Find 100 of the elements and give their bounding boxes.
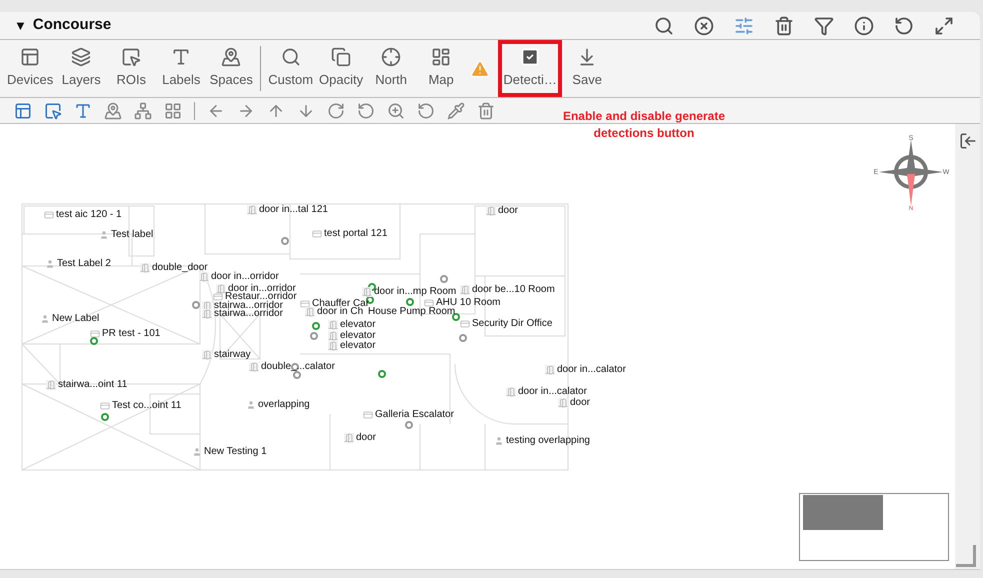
card-reader-icon bbox=[424, 298, 434, 308]
checkbox-icon bbox=[520, 47, 540, 68]
filter-icon[interactable] bbox=[814, 16, 834, 36]
map-label[interactable]: door be...10 Room bbox=[472, 284, 555, 295]
map-label[interactable]: New Label bbox=[52, 313, 100, 324]
search-icon[interactable] bbox=[654, 16, 674, 36]
device-marker[interactable] bbox=[440, 275, 448, 283]
person-icon bbox=[192, 446, 202, 456]
device-marker[interactable] bbox=[405, 421, 413, 429]
door-icon bbox=[328, 330, 338, 340]
map-label[interactable]: stairway bbox=[214, 349, 251, 360]
map-label[interactable]: Galleria Escalator bbox=[375, 409, 454, 420]
map-label[interactable]: elevator bbox=[340, 319, 376, 330]
device-marker[interactable] bbox=[459, 334, 467, 342]
map-label[interactable]: New Testing 1 bbox=[204, 446, 267, 457]
person-icon bbox=[99, 230, 109, 240]
map-label[interactable]: elevator bbox=[340, 330, 376, 341]
letter-icon[interactable] bbox=[74, 102, 92, 120]
door-icon bbox=[558, 398, 568, 408]
detections-button[interactable]: Detecti… bbox=[502, 44, 558, 93]
map-button[interactable]: Map bbox=[416, 40, 466, 97]
reset-icon[interactable] bbox=[417, 102, 435, 120]
person-icon bbox=[40, 314, 50, 324]
pipette-icon[interactable] bbox=[447, 102, 465, 120]
layers-button[interactable]: Layers bbox=[56, 40, 106, 97]
map-label[interactable]: testing overlapping bbox=[506, 435, 590, 446]
device-marker[interactable] bbox=[378, 370, 386, 378]
map-label[interactable]: double_...calator bbox=[261, 361, 335, 372]
map-label[interactable]: door in...orridor bbox=[211, 271, 279, 282]
map-label[interactable]: Security Dir Office bbox=[472, 318, 552, 329]
exit-icon[interactable] bbox=[958, 132, 976, 150]
map-label[interactable]: door in...mp Room bbox=[374, 286, 456, 297]
expand-icon[interactable] bbox=[934, 16, 954, 36]
annotation-text: Enable and disable generate detections button bbox=[562, 108, 726, 142]
map-label[interactable]: elevator bbox=[340, 340, 376, 351]
card-reader-icon bbox=[213, 292, 223, 302]
save-button[interactable]: Save bbox=[562, 40, 612, 97]
map-label[interactable]: stairwa...orridor bbox=[214, 308, 283, 319]
map-label[interactable]: House Pump Room bbox=[368, 306, 456, 317]
map-label[interactable]: test portal 121 bbox=[324, 228, 388, 239]
sliders-icon[interactable] bbox=[734, 16, 754, 36]
device-marker[interactable] bbox=[406, 298, 414, 306]
device-marker[interactable] bbox=[293, 371, 301, 379]
search-icon bbox=[280, 47, 301, 68]
card-reader-icon bbox=[363, 410, 373, 420]
map-label[interactable]: door bbox=[356, 432, 376, 443]
device-marker[interactable] bbox=[310, 332, 318, 340]
opacity-button[interactable]: Opacity bbox=[316, 40, 366, 97]
door-icon bbox=[305, 306, 315, 316]
map-label[interactable]: stairwa...oint 11 bbox=[58, 379, 128, 390]
map-pin-icon[interactable] bbox=[104, 102, 122, 120]
door-icon bbox=[46, 380, 56, 390]
device-marker[interactable] bbox=[192, 301, 200, 309]
map-label[interactable]: door bbox=[498, 205, 518, 216]
device-marker[interactable] bbox=[291, 363, 299, 371]
clear-icon[interactable] bbox=[694, 16, 714, 36]
refresh-icon[interactable] bbox=[894, 16, 914, 36]
spaces-button[interactable]: Spaces bbox=[206, 40, 256, 97]
map-label[interactable]: Restaur...orridor bbox=[225, 291, 297, 302]
zoom-in-icon[interactable] bbox=[387, 102, 405, 120]
person-icon bbox=[246, 400, 256, 410]
resize-handle[interactable] bbox=[956, 545, 976, 567]
tree-icon[interactable] bbox=[134, 102, 152, 120]
device-marker[interactable] bbox=[312, 322, 320, 330]
devices-icon[interactable] bbox=[14, 102, 32, 120]
rotate-right-icon[interactable] bbox=[327, 102, 345, 120]
map-label[interactable]: door in...calator bbox=[518, 386, 587, 397]
rotate-left-icon[interactable] bbox=[357, 102, 375, 120]
door-icon bbox=[202, 308, 212, 318]
map-label[interactable]: Test label bbox=[111, 229, 154, 240]
info-icon[interactable] bbox=[854, 16, 874, 36]
trash-icon[interactable] bbox=[774, 16, 794, 36]
device-marker[interactable] bbox=[281, 237, 289, 245]
device-marker[interactable] bbox=[101, 413, 109, 421]
door-icon bbox=[328, 340, 338, 350]
door-icon bbox=[486, 206, 496, 216]
rois-button[interactable]: ROIs bbox=[106, 40, 156, 97]
map-label[interactable]: PR test - 101 bbox=[102, 328, 160, 339]
devices-button[interactable]: Devices bbox=[4, 40, 56, 97]
expand-toggle[interactable]: ▼ bbox=[14, 16, 27, 36]
map-label[interactable]: door bbox=[570, 397, 590, 408]
map-label[interactable]: door in...tal 121 bbox=[259, 204, 328, 215]
map-label[interactable]: overlapping bbox=[258, 399, 310, 410]
map-label[interactable]: door in Ch bbox=[317, 306, 364, 317]
trash-icon[interactable] bbox=[477, 102, 495, 120]
custom-button[interactable]: Custom bbox=[265, 40, 316, 97]
grid-icon[interactable] bbox=[164, 102, 182, 120]
door-icon bbox=[202, 350, 212, 360]
map-label[interactable]: AHU 10 Room bbox=[436, 297, 500, 308]
labels-button[interactable]: Labels bbox=[156, 40, 206, 97]
device-marker[interactable] bbox=[452, 313, 460, 321]
letter-icon bbox=[171, 47, 192, 68]
roi-icon[interactable] bbox=[44, 102, 62, 120]
door-icon bbox=[140, 262, 150, 272]
map-label[interactable]: Test co...oint 11 bbox=[112, 400, 182, 411]
device-marker[interactable] bbox=[90, 337, 98, 345]
map-label[interactable]: double_door bbox=[152, 262, 208, 273]
map-label[interactable]: door in...calator bbox=[557, 364, 626, 375]
map-label[interactable]: Test Label 2 bbox=[57, 258, 111, 269]
north-button[interactable]: North bbox=[366, 40, 416, 97]
